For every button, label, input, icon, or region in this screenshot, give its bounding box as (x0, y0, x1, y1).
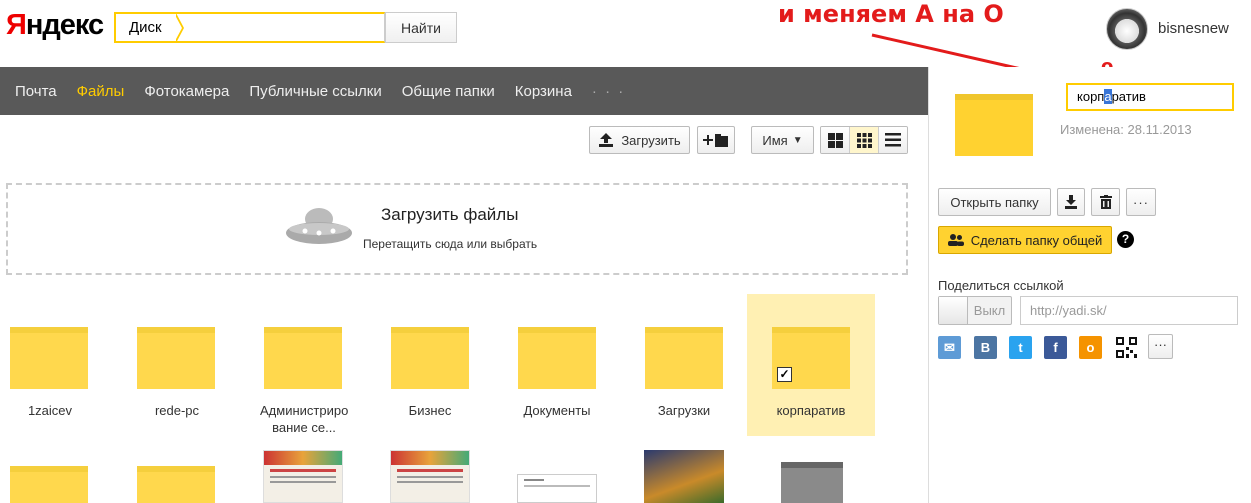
folder-name: Администриро вание се... (260, 403, 349, 435)
upload-button[interactable]: Загрузить (589, 126, 690, 154)
share-link-label: Поделиться ссылкой (938, 278, 1064, 293)
large-grid-icon (827, 132, 843, 148)
view-switcher (820, 126, 908, 154)
folder-name: rede-pc (154, 403, 200, 418)
open-folder-button[interactable]: Открыть папку (938, 188, 1051, 216)
users-icon (947, 234, 964, 246)
selected-letter: а (1104, 89, 1112, 104)
nav-item-public-links[interactable]: Публичные ссылки (249, 83, 381, 100)
download-button[interactable] (1057, 188, 1085, 216)
vk-icon[interactable]: В (974, 336, 997, 359)
share-link-field[interactable]: http://yadi.sk/ (1020, 296, 1238, 325)
dropzone-title: Загрузить файлы (381, 205, 519, 224)
main-nav: Почта Файлы Фотокамера Публичные ссылки … (0, 67, 928, 115)
view-small-icons[interactable] (850, 127, 879, 153)
nav-item-camera[interactable]: Фотокамера (144, 83, 229, 100)
list-icon (885, 133, 901, 147)
mail-icon[interactable]: ✉ (938, 336, 961, 359)
yandex-logo[interactable]: Яндекс (6, 9, 104, 42)
search-bar: Диск Найти (114, 12, 457, 43)
folder-icon[interactable] (137, 466, 215, 503)
photo-thumbnail[interactable] (644, 450, 724, 503)
share-folder-button[interactable]: Сделать папку общей (938, 226, 1112, 254)
facebook-icon[interactable]: f (1044, 336, 1067, 359)
dropzone-subtitle: Перетащить сюда или выбрать (363, 237, 538, 251)
image-thumbnail[interactable] (263, 450, 343, 503)
help-icon[interactable]: ? (1117, 231, 1134, 248)
folder-item[interactable]: Бизнес (366, 294, 494, 436)
document-thumbnail[interactable] (517, 474, 597, 503)
upload-icon (599, 133, 614, 147)
folder-item[interactable]: Загрузки (620, 294, 748, 436)
folder-item[interactable]: rede-pc (113, 294, 241, 436)
view-list[interactable] (879, 127, 907, 153)
file-thumbnail[interactable] (781, 462, 843, 503)
folder-icon (137, 327, 215, 389)
odnoklassniki-icon[interactable]: о (1079, 336, 1102, 359)
search-button[interactable]: Найти (385, 12, 457, 43)
folder-name: Бизнес (408, 403, 452, 418)
new-folder-button[interactable] (697, 126, 735, 154)
folder-item[interactable]: 1zaicev (0, 294, 128, 436)
search-service-tag: Диск (117, 13, 184, 43)
trash-icon (1099, 195, 1112, 209)
upload-label: Загрузить (621, 132, 681, 148)
folder-icon (518, 327, 596, 389)
sort-button[interactable]: Имя ▼ (751, 126, 814, 154)
download-icon (1065, 195, 1077, 209)
new-folder-icon (703, 134, 728, 147)
folder-icon (264, 327, 342, 389)
delete-button[interactable] (1091, 188, 1120, 216)
more-actions-button[interactable]: ··· (1126, 188, 1156, 216)
username[interactable]: bisnesnew (1158, 20, 1229, 37)
qr-code-icon[interactable] (1115, 336, 1138, 359)
folder-icon (10, 327, 88, 389)
image-thumbnail[interactable] (390, 450, 470, 503)
nav-more[interactable]: · · · (592, 83, 625, 100)
folder-name: корпаратив (776, 403, 846, 418)
nav-item-mail[interactable]: Почта (15, 83, 57, 100)
search-input[interactable]: Диск (114, 12, 385, 43)
folder-item[interactable]: Документы (493, 294, 621, 436)
folder-item-selected[interactable]: ✓ корпаратив (747, 294, 875, 436)
avatar[interactable] (1106, 8, 1148, 50)
view-large-icons[interactable] (821, 127, 850, 153)
checkbox-checked-icon[interactable]: ✓ (777, 367, 792, 382)
folder-icon (391, 327, 469, 389)
folder-preview-icon (955, 94, 1033, 156)
folder-icon[interactable] (10, 466, 88, 503)
nav-item-shared-folders[interactable]: Общие папки (402, 83, 495, 100)
annotation-text: и меняем А на О (778, 0, 1004, 28)
nav-item-files[interactable]: Файлы (77, 83, 125, 100)
rename-input[interactable]: корпаратив (1066, 83, 1234, 111)
folder-name: Документы (523, 403, 591, 418)
ufo-icon (286, 208, 352, 244)
chevron-down-icon: ▼ (792, 134, 803, 146)
folder-name: 1zaicev (27, 403, 73, 418)
twitter-icon[interactable]: t (1009, 336, 1032, 359)
sort-label: Имя (762, 132, 788, 148)
toggle-label: Выкл (973, 303, 1006, 318)
upload-dropzone[interactable] (6, 183, 908, 275)
folder-name: Загрузки (657, 403, 711, 418)
share-more-button[interactable]: ··· (1148, 334, 1173, 359)
nav-item-trash[interactable]: Корзина (515, 83, 572, 100)
share-link-toggle[interactable]: Выкл (938, 296, 1012, 325)
small-grid-icon (856, 132, 872, 148)
folder-icon (645, 327, 723, 389)
folder-item[interactable]: Администриро вание се... (240, 294, 368, 436)
toggle-knob (939, 297, 968, 324)
share-folder-label: Сделать папку общей (970, 232, 1103, 248)
modified-date: Изменена: 28.11.2013 (1060, 122, 1192, 137)
